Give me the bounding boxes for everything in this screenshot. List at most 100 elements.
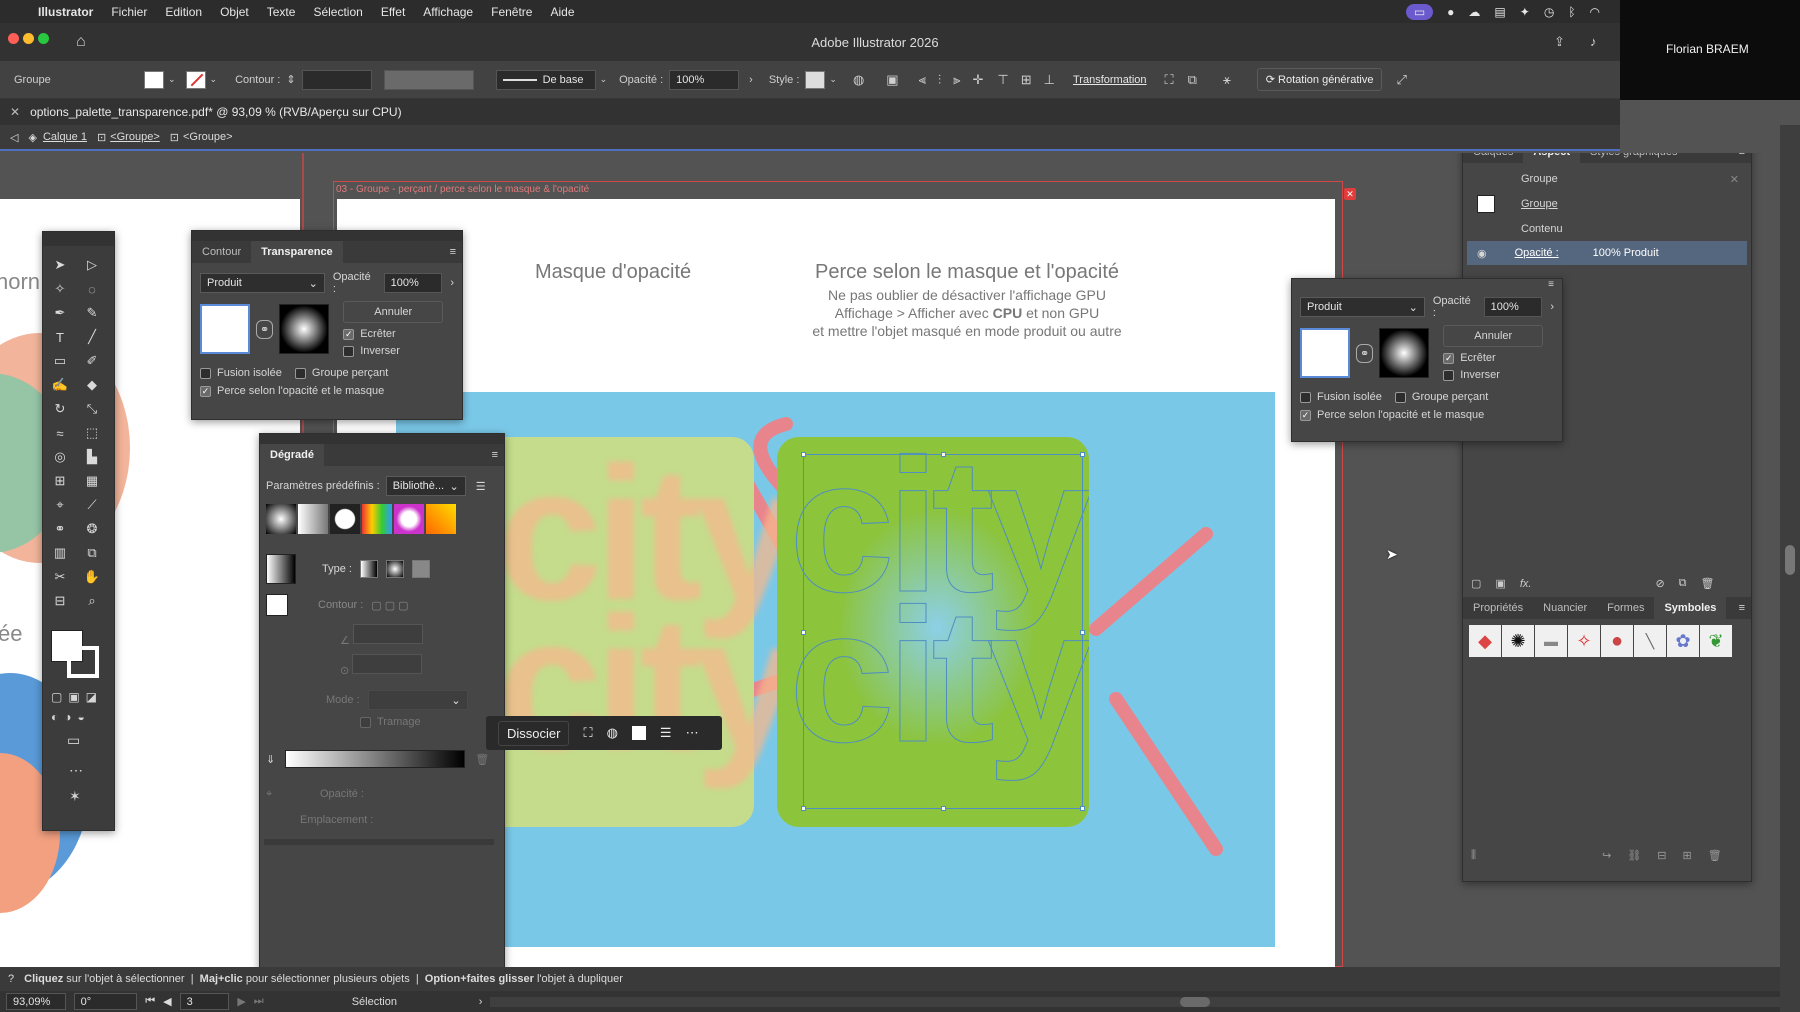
fusion-isolee-checkbox[interactable]: Fusion isolée bbox=[200, 367, 282, 379]
ecreter-checkbox[interactable]: ✓ Ecrêter bbox=[343, 328, 443, 340]
breadcrumb-layer[interactable]: Calque 1 bbox=[43, 131, 87, 143]
selection-handle[interactable] bbox=[941, 806, 946, 811]
groupe-percant-checkbox[interactable]: Groupe perçant bbox=[1394, 391, 1488, 403]
recolor-icon[interactable]: ◍ bbox=[853, 72, 864, 88]
eyedropper-icon[interactable]: ⌖ bbox=[49, 494, 71, 516]
break-link-icon[interactable]: ⛓ bbox=[1627, 849, 1641, 862]
preset-radial-bw[interactable] bbox=[266, 504, 296, 534]
next-artboard-icon[interactable]: ▶ bbox=[237, 995, 245, 1008]
menu-edition[interactable]: Edition bbox=[165, 5, 202, 19]
transform-link[interactable]: Transformation bbox=[1073, 74, 1147, 86]
angle-icon[interactable]: ∠ bbox=[340, 624, 498, 654]
panel-menu-icon[interactable]: ≡ bbox=[1292, 279, 1562, 291]
last-artboard-icon[interactable]: ⏭ bbox=[254, 995, 264, 1008]
menu-objet[interactable]: Objet bbox=[220, 5, 249, 19]
pin-icon[interactable]: ✶ bbox=[69, 788, 81, 805]
menu-texte[interactable]: Texte bbox=[267, 5, 296, 19]
eraser-icon[interactable]: ◆ bbox=[81, 374, 103, 396]
chevron-right-icon[interactable]: › bbox=[479, 996, 483, 1008]
stepper-icon[interactable]: ⇕ bbox=[286, 73, 295, 86]
menu-fenetre[interactable]: Fenêtre bbox=[491, 5, 532, 19]
chevron-right-icon[interactable]: › bbox=[749, 74, 753, 86]
selection-handle[interactable] bbox=[1080, 630, 1085, 635]
perce-checkbox[interactable]: ✓ Perce selon l'opacité et le masque bbox=[192, 383, 462, 399]
align-right-icon[interactable]: ⫸ bbox=[953, 72, 960, 88]
scale-tool-icon[interactable]: ⤡ bbox=[81, 398, 103, 420]
menu-app-name[interactable]: Illustrator bbox=[38, 5, 93, 19]
ecreter-checkbox[interactable]: ✓ Ecrêter bbox=[1443, 352, 1543, 364]
mode-select[interactable]: ⌄ bbox=[367, 690, 468, 710]
new-stroke-icon[interactable]: ▢ bbox=[1471, 577, 1481, 590]
align-left-icon[interactable]: ⫷ bbox=[919, 72, 926, 88]
preset-ring[interactable] bbox=[330, 504, 360, 534]
tab-symboles[interactable]: Symboles bbox=[1654, 597, 1727, 619]
magic-wand-icon[interactable]: ✧ bbox=[49, 278, 71, 300]
panel-menu-icon[interactable]: ≡ bbox=[450, 246, 456, 258]
close-tab-icon[interactable]: ✕ bbox=[10, 105, 20, 119]
menu-aide[interactable]: Aide bbox=[550, 5, 574, 19]
panel-menu-icon[interactable]: ≡ bbox=[1739, 153, 1745, 158]
duplicate-icon[interactable]: ⧉ bbox=[1679, 577, 1687, 590]
selection-handle[interactable] bbox=[1080, 806, 1085, 811]
selection-handle[interactable] bbox=[801, 452, 806, 457]
panel-menu-icon[interactable]: ≡ bbox=[1739, 602, 1745, 614]
color-mode-icons[interactable]: ▢▣◪ bbox=[51, 690, 103, 704]
graph-tool-icon[interactable]: ▥ bbox=[49, 542, 71, 564]
inverser-checkbox[interactable]: Inverser bbox=[343, 345, 443, 357]
artboard-number-field[interactable]: 3 bbox=[179, 993, 230, 1010]
share-icon[interactable]: ⇪ bbox=[1554, 34, 1565, 50]
gradient-tool-icon[interactable]: ▦ bbox=[81, 470, 103, 492]
link-mask-icon[interactable]: ⚭ bbox=[1356, 343, 1374, 363]
distribute-icon[interactable]: ✛ bbox=[973, 72, 984, 88]
document-tab[interactable]: ✕ options_palette_transparence.pdf* @ 93… bbox=[0, 99, 1620, 125]
panel-menu-icon[interactable]: ≡ bbox=[492, 449, 498, 461]
more-options-icon[interactable]: ⋯ bbox=[686, 725, 699, 741]
mask-thumbnail[interactable] bbox=[1379, 328, 1430, 378]
panel-grip[interactable] bbox=[260, 434, 504, 444]
zoom-tool-icon[interactable]: ⌕ bbox=[81, 590, 103, 612]
rotation-field[interactable]: 0° bbox=[73, 993, 138, 1010]
pen-tool-icon[interactable]: ✒ bbox=[49, 302, 71, 324]
selection-bounding-box[interactable] bbox=[801, 452, 1085, 811]
breadcrumb-group[interactable]: <Groupe> bbox=[110, 131, 160, 143]
draw-mode-icons[interactable]: ◐◑◒ bbox=[51, 710, 91, 724]
vertical-scrollbar[interactable] bbox=[1780, 125, 1800, 1012]
symbol-leaf[interactable]: ❦ bbox=[1700, 625, 1732, 657]
type-tool-icon[interactable]: T bbox=[49, 326, 71, 348]
tab-calques[interactable]: Calques bbox=[1463, 153, 1523, 163]
help-icon[interactable]: ? bbox=[8, 973, 14, 985]
appearance-opacity-label[interactable]: Opacité : bbox=[1515, 247, 1593, 259]
inverser-checkbox[interactable]: Inverser bbox=[1443, 369, 1543, 381]
more-tools-icon[interactable]: ⋯ bbox=[69, 762, 83, 779]
perce-checkbox[interactable]: ✓ Perce selon l'opacité et le masque bbox=[1292, 407, 1562, 423]
appearance-row-contenu[interactable]: Contenu bbox=[1467, 217, 1747, 241]
prev-artboard-icon[interactable]: ◀ bbox=[163, 995, 171, 1008]
eyedropper-icon[interactable]: ⌖ bbox=[266, 788, 272, 801]
appearance-row-group[interactable]: Groupe bbox=[1467, 191, 1747, 217]
trash-icon[interactable]: 🗑 bbox=[1708, 849, 1722, 862]
symbol-options-icon[interactable]: ⊟ bbox=[1657, 849, 1666, 862]
stroke-color-icon[interactable] bbox=[67, 646, 99, 678]
first-artboard-icon[interactable]: ⏮ bbox=[145, 995, 155, 1008]
artboard-tool-icon[interactable]: ⧉ bbox=[81, 542, 103, 564]
aspect-ratio-icon[interactable]: ⊙ bbox=[340, 654, 498, 684]
clear-appearance-icon[interactable]: ⊘ bbox=[1655, 577, 1664, 590]
align-center-icon[interactable]: ⫶ bbox=[938, 72, 941, 88]
fx-icon[interactable]: fx. bbox=[1520, 578, 1532, 590]
preset-linear-grey[interactable] bbox=[298, 504, 328, 534]
symbol-fox[interactable]: ✧ bbox=[1568, 625, 1600, 657]
mesh-tool-icon[interactable]: ⊞ bbox=[49, 470, 71, 492]
measure-icon[interactable]: ⟋ bbox=[81, 494, 103, 516]
chevron-down-icon[interactable]: ⌄ bbox=[210, 74, 218, 85]
eye-icon[interactable]: ◉ bbox=[1477, 247, 1487, 260]
tab-nuancier[interactable]: Nuancier bbox=[1533, 597, 1597, 619]
shape-builder-icon[interactable]: ◎ bbox=[49, 446, 71, 468]
tab-formes[interactable]: Formes bbox=[1597, 597, 1654, 619]
panel-grip[interactable] bbox=[192, 231, 462, 241]
chevron-down-icon[interactable]: ⌄ bbox=[168, 74, 176, 85]
rectangle-tool-icon[interactable]: ▭ bbox=[49, 350, 71, 372]
isolate-icon[interactable]: ⛶ bbox=[1165, 72, 1174, 88]
symbol-sprayer-icon[interactable]: ❂ bbox=[81, 518, 103, 540]
tramage-checkbox[interactable]: Tramage bbox=[260, 716, 504, 728]
tab-contour[interactable]: Contour bbox=[192, 241, 251, 263]
